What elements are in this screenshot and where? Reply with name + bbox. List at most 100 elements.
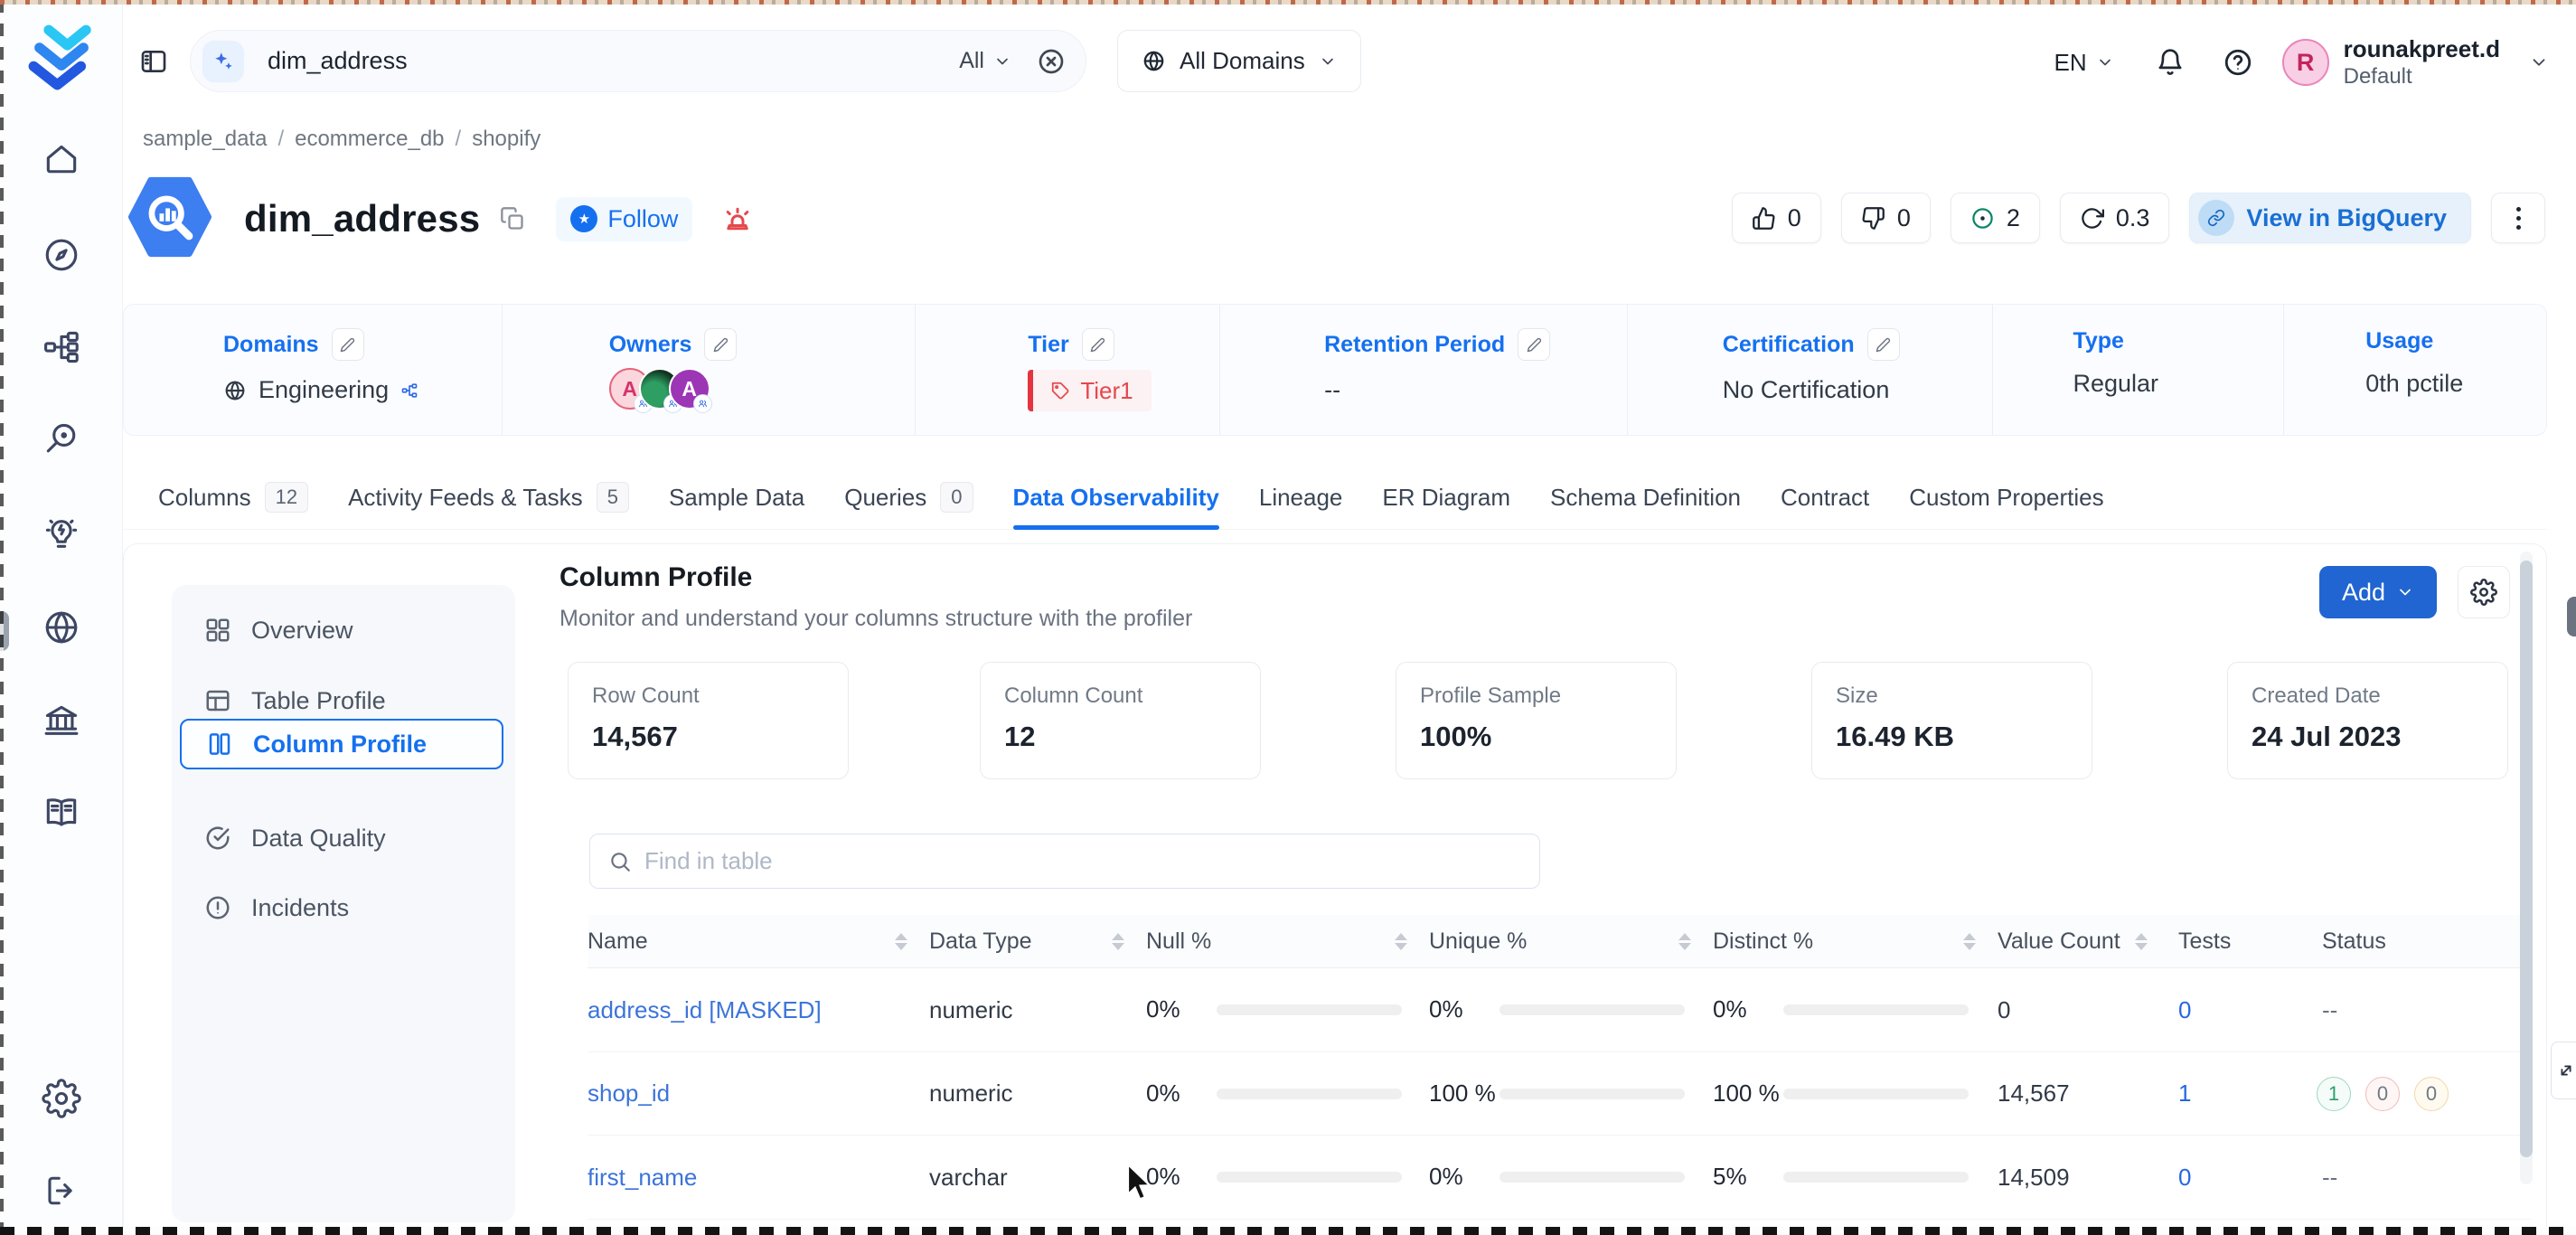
edit-domains-icon[interactable] bbox=[332, 328, 364, 361]
follow-button[interactable]: ★ Follow bbox=[556, 197, 692, 241]
logout-icon[interactable] bbox=[42, 1171, 81, 1211]
col-header-null[interactable]: Null % bbox=[1146, 929, 1429, 955]
tests-link[interactable]: 0 bbox=[2178, 996, 2191, 1024]
subnav-overview[interactable]: Overview bbox=[180, 607, 503, 654]
globe-icon bbox=[223, 379, 247, 402]
search-input[interactable] bbox=[268, 47, 959, 75]
governance-bank-icon[interactable] bbox=[42, 701, 81, 740]
refresh-icon bbox=[2080, 206, 2104, 231]
sort-icon[interactable] bbox=[2135, 933, 2148, 950]
breadcrumb-database[interactable]: ecommerce_db bbox=[295, 127, 444, 152]
tag-icon bbox=[1051, 382, 1070, 401]
more-actions-button[interactable] bbox=[2491, 193, 2545, 243]
notifications-bell-icon[interactable] bbox=[2156, 48, 2185, 77]
sort-icon[interactable] bbox=[895, 933, 907, 950]
chevron-down-icon[interactable] bbox=[2529, 52, 2549, 72]
app-logo[interactable] bbox=[24, 20, 99, 100]
edit-tier-icon[interactable] bbox=[1082, 328, 1114, 361]
chevron-down-icon bbox=[2396, 583, 2414, 601]
breadcrumb-schema[interactable]: shopify bbox=[472, 127, 541, 152]
lineage-graph-icon[interactable] bbox=[42, 327, 81, 367]
chevron-down-icon bbox=[993, 52, 1011, 71]
global-search-bar[interactable]: All bbox=[190, 30, 1086, 92]
col-header-status[interactable]: Status bbox=[2309, 929, 2531, 955]
tab-custom-properties[interactable]: Custom Properties bbox=[1909, 466, 2103, 529]
tests-passed-badge[interactable]: 1 bbox=[2317, 1077, 2351, 1111]
tab-contract[interactable]: Contract bbox=[1781, 466, 1869, 529]
search-scope-dropdown[interactable]: All bbox=[959, 48, 1011, 74]
glossary-book-icon[interactable] bbox=[42, 792, 81, 832]
settings-gear-icon[interactable] bbox=[42, 1079, 81, 1118]
user-avatar[interactable]: R bbox=[2282, 39, 2329, 86]
column-link[interactable]: first_name bbox=[588, 1164, 697, 1192]
add-button[interactable]: Add bbox=[2319, 566, 2437, 618]
views-button[interactable]: 2 bbox=[1951, 193, 2040, 243]
tests-aborted-badge[interactable]: 0 bbox=[2414, 1077, 2449, 1111]
tab-lineage[interactable]: Lineage bbox=[1259, 466, 1343, 529]
columns-icon bbox=[206, 731, 233, 758]
subnav-table-profile[interactable]: Table Profile bbox=[180, 677, 503, 724]
tab-er-diagram[interactable]: ER Diagram bbox=[1382, 466, 1510, 529]
thumbs-down-icon bbox=[1861, 206, 1885, 231]
scrollbar-thumb[interactable] bbox=[2520, 561, 2533, 1157]
tests-failed-badge[interactable]: 0 bbox=[2365, 1077, 2400, 1111]
profiler-settings-button[interactable] bbox=[2458, 566, 2510, 618]
tab-columns[interactable]: Columns12 bbox=[158, 466, 308, 529]
domain-link[interactable]: Engineering bbox=[259, 376, 389, 404]
sidebar-toggle-icon[interactable] bbox=[139, 47, 168, 76]
column-link[interactable]: shop_id bbox=[588, 1079, 670, 1108]
recording-border-bottom bbox=[0, 1227, 2576, 1235]
home-icon[interactable] bbox=[42, 139, 81, 179]
col-header-unique[interactable]: Unique % bbox=[1429, 929, 1713, 955]
edit-certification-icon[interactable] bbox=[1867, 328, 1900, 361]
status-badges: 1 0 0 bbox=[2309, 1077, 2449, 1111]
recording-border-left bbox=[0, 0, 4, 1235]
entity-tabs: Columns12 Activity Feeds & Tasks5 Sample… bbox=[123, 466, 2547, 530]
downvote-button[interactable]: 0 bbox=[1841, 193, 1931, 243]
col-header-tests[interactable]: Tests bbox=[2178, 929, 2309, 955]
sort-icon[interactable] bbox=[1678, 933, 1691, 950]
help-icon[interactable] bbox=[2223, 47, 2253, 78]
tab-sample-data[interactable]: Sample Data bbox=[669, 466, 804, 529]
subnav-incidents[interactable]: Incidents bbox=[180, 884, 503, 931]
alert-siren-icon[interactable] bbox=[721, 203, 754, 235]
refresh-score-button[interactable]: 0.3 bbox=[2060, 193, 2170, 243]
upvote-button[interactable]: 0 bbox=[1732, 193, 1821, 243]
explore-compass-icon[interactable] bbox=[42, 235, 81, 275]
sort-icon[interactable] bbox=[1112, 933, 1124, 950]
user-menu[interactable]: rounakpreet.d Default bbox=[2344, 34, 2500, 91]
domains-globe-icon[interactable] bbox=[42, 608, 81, 647]
sort-icon[interactable] bbox=[1395, 933, 1407, 950]
find-in-table-search[interactable] bbox=[589, 834, 1540, 889]
collapsed-side-widget[interactable] bbox=[2551, 1042, 2576, 1099]
edit-owners-icon[interactable] bbox=[704, 328, 737, 361]
tab-schema-definition[interactable]: Schema Definition bbox=[1550, 466, 1741, 529]
all-domains-dropdown[interactable]: All Domains bbox=[1117, 30, 1361, 92]
tier-tag[interactable]: Tier1 bbox=[1028, 370, 1151, 411]
tab-queries[interactable]: Queries0 bbox=[844, 466, 973, 529]
tab-activity-feeds[interactable]: Activity Feeds & Tasks5 bbox=[348, 466, 629, 529]
column-link[interactable]: address_id [MASKED] bbox=[588, 996, 822, 1024]
tests-link[interactable]: 0 bbox=[2178, 1164, 2191, 1192]
subnav-column-profile[interactable]: Column Profile bbox=[180, 719, 503, 769]
table-header-row: Name Data Type Null % Unique % Distinct … bbox=[588, 915, 2531, 968]
col-header-data-type[interactable]: Data Type bbox=[929, 929, 1146, 955]
view-in-source-button[interactable]: View in BigQuery bbox=[2189, 193, 2471, 243]
subnav-data-quality[interactable]: Data Quality bbox=[180, 815, 503, 862]
tab-data-observability[interactable]: Data Observability bbox=[1013, 466, 1219, 529]
col-header-value-count[interactable]: Value Count bbox=[1998, 929, 2178, 955]
copy-name-icon[interactable] bbox=[500, 206, 525, 231]
owner-avatar[interactable]: A bbox=[669, 368, 710, 410]
sort-icon[interactable] bbox=[1963, 933, 1976, 950]
check-circle-icon bbox=[204, 825, 231, 852]
col-header-distinct[interactable]: Distinct % bbox=[1713, 929, 1998, 955]
observability-icon[interactable] bbox=[42, 420, 81, 459]
insights-bulb-icon[interactable] bbox=[42, 514, 81, 553]
language-selector[interactable]: EN bbox=[2054, 49, 2114, 77]
clear-search-icon[interactable] bbox=[1037, 47, 1066, 76]
find-in-table-input[interactable] bbox=[644, 847, 1539, 875]
tests-link[interactable]: 1 bbox=[2178, 1079, 2191, 1108]
col-header-name[interactable]: Name bbox=[588, 929, 929, 955]
breadcrumb-service[interactable]: sample_data bbox=[143, 127, 267, 152]
edit-retention-icon[interactable] bbox=[1518, 328, 1550, 361]
